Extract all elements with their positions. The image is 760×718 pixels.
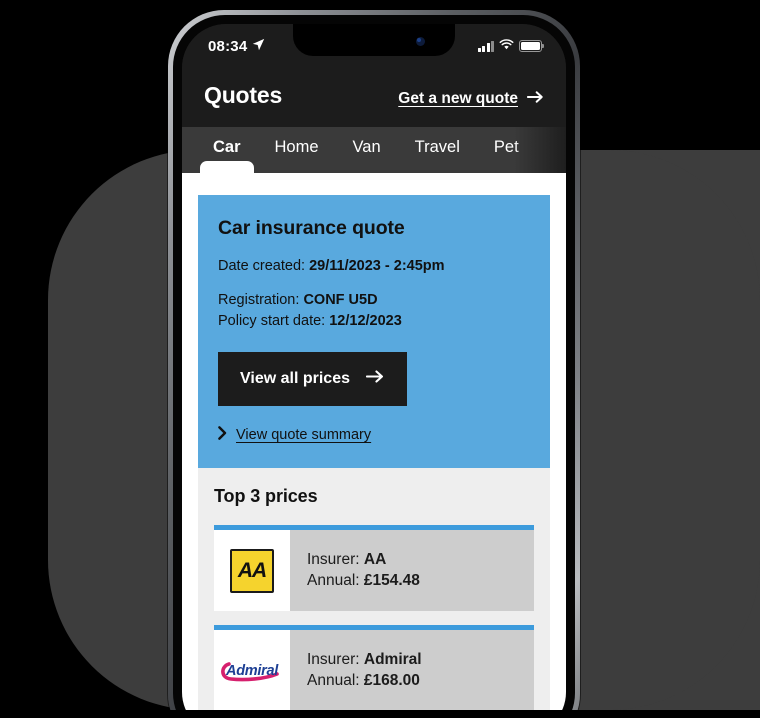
price-details: Insurer: AA Annual: £154.48: [290, 530, 534, 611]
view-all-prices-button[interactable]: View all prices: [218, 352, 407, 407]
admiral-logo-text: Admiral: [226, 662, 278, 679]
annual-value: £168.00: [363, 672, 420, 690]
phone-device-frame: 08:34 Quotes Get a new quote Car Home Va…: [168, 10, 580, 718]
admiral-logo-icon: Admiral: [219, 658, 285, 684]
insurer-row: Insurer: Admiral: [307, 651, 534, 669]
app-header: Quotes Get a new quote: [182, 68, 566, 127]
insurer-logo-box: AA: [214, 530, 290, 612]
top-prices-section: Top 3 prices AA Insurer: AA Annual: £154…: [198, 468, 550, 718]
status-bar-right: [477, 37, 544, 55]
status-bar-left: 08:34: [208, 38, 265, 55]
view-all-prices-label: View all prices: [240, 370, 350, 388]
main-content: Car insurance quote Date created: 29/11/…: [182, 173, 566, 718]
insurer-logo-box: Admiral: [214, 630, 290, 712]
annual-label: Annual:: [307, 572, 360, 590]
category-tabbar[interactable]: Car Home Van Travel Pet: [182, 127, 566, 173]
registration-label: Registration:: [218, 292, 300, 309]
page-title: Quotes: [204, 82, 283, 108]
view-quote-summary-label: View quote summary: [236, 427, 372, 444]
price-card-admiral[interactable]: Admiral Insurer: Admiral Annual: £168.00: [214, 625, 534, 712]
wifi-icon: [499, 37, 514, 55]
annual-value: £154.48: [363, 572, 420, 590]
tab-car-label: Car: [213, 138, 241, 156]
tab-home[interactable]: Home: [258, 127, 336, 173]
tab-home-label: Home: [274, 138, 319, 156]
phone-bezel: 08:34 Quotes Get a new quote Car Home Va…: [173, 15, 575, 718]
date-created-value: 29/11/2023 - 2:45pm: [309, 258, 445, 274]
price-details: Insurer: Admiral Annual: £168.00: [290, 630, 534, 711]
car-quote-card: Car insurance quote Date created: 29/11/…: [198, 195, 550, 469]
tab-travel[interactable]: Travel: [398, 127, 477, 173]
policy-start-label: Policy start date:: [218, 313, 326, 330]
insurer-value: Admiral: [363, 651, 422, 669]
arrow-right-icon: [365, 369, 385, 389]
tab-van-label: Van: [352, 138, 381, 156]
registration-row: Registration: CONF U5D: [218, 290, 530, 311]
insurer-row: Insurer: AA: [307, 551, 534, 569]
bottom-crop-band: [0, 710, 760, 718]
annual-row: Annual: £154.48: [307, 572, 534, 590]
annual-label: Annual:: [307, 672, 360, 690]
phone-notch: [293, 24, 455, 56]
battery-full-icon: [519, 40, 544, 52]
get-new-quote-link[interactable]: Get a new quote: [398, 90, 544, 109]
insurer-value: AA: [363, 551, 387, 569]
quote-card-title: Car insurance quote: [218, 217, 405, 239]
date-created-label: Date created:: [218, 258, 306, 274]
arrow-right-icon: [526, 90, 544, 109]
top-prices-heading: Top 3 prices: [214, 486, 318, 507]
tab-travel-label: Travel: [414, 138, 460, 156]
get-new-quote-label: Get a new quote: [398, 90, 518, 107]
view-quote-summary-link[interactable]: View quote summary: [218, 426, 530, 444]
tab-pet[interactable]: Pet: [477, 127, 536, 173]
date-created-row: Date created: 29/11/2023 - 2:45pm: [218, 256, 530, 277]
insurer-label: Insurer:: [307, 651, 360, 669]
price-card-aa[interactable]: AA Insurer: AA Annual: £154.48: [214, 525, 534, 612]
registration-value: CONF U5D: [303, 292, 378, 309]
signal-bars-icon: [477, 40, 494, 52]
phone-screen: 08:34 Quotes Get a new quote Car Home Va…: [182, 24, 566, 718]
status-bar-time: 08:34: [208, 37, 248, 55]
screenshot-stage: 08:34 Quotes Get a new quote Car Home Va…: [0, 0, 760, 718]
tab-car[interactable]: Car: [196, 127, 258, 173]
insurer-label: Insurer:: [307, 551, 360, 569]
tab-van[interactable]: Van: [336, 127, 398, 173]
location-arrow-icon: [252, 38, 265, 55]
policy-start-row: Policy start date: 12/12/2023: [218, 311, 530, 332]
aa-logo-icon: AA: [230, 548, 274, 593]
chevron-right-icon: [218, 426, 227, 444]
front-camera-icon: [416, 37, 425, 46]
policy-start-value: 12/12/2023: [329, 313, 402, 330]
annual-row: Annual: £168.00: [307, 672, 534, 690]
tab-pet-label: Pet: [493, 138, 519, 156]
